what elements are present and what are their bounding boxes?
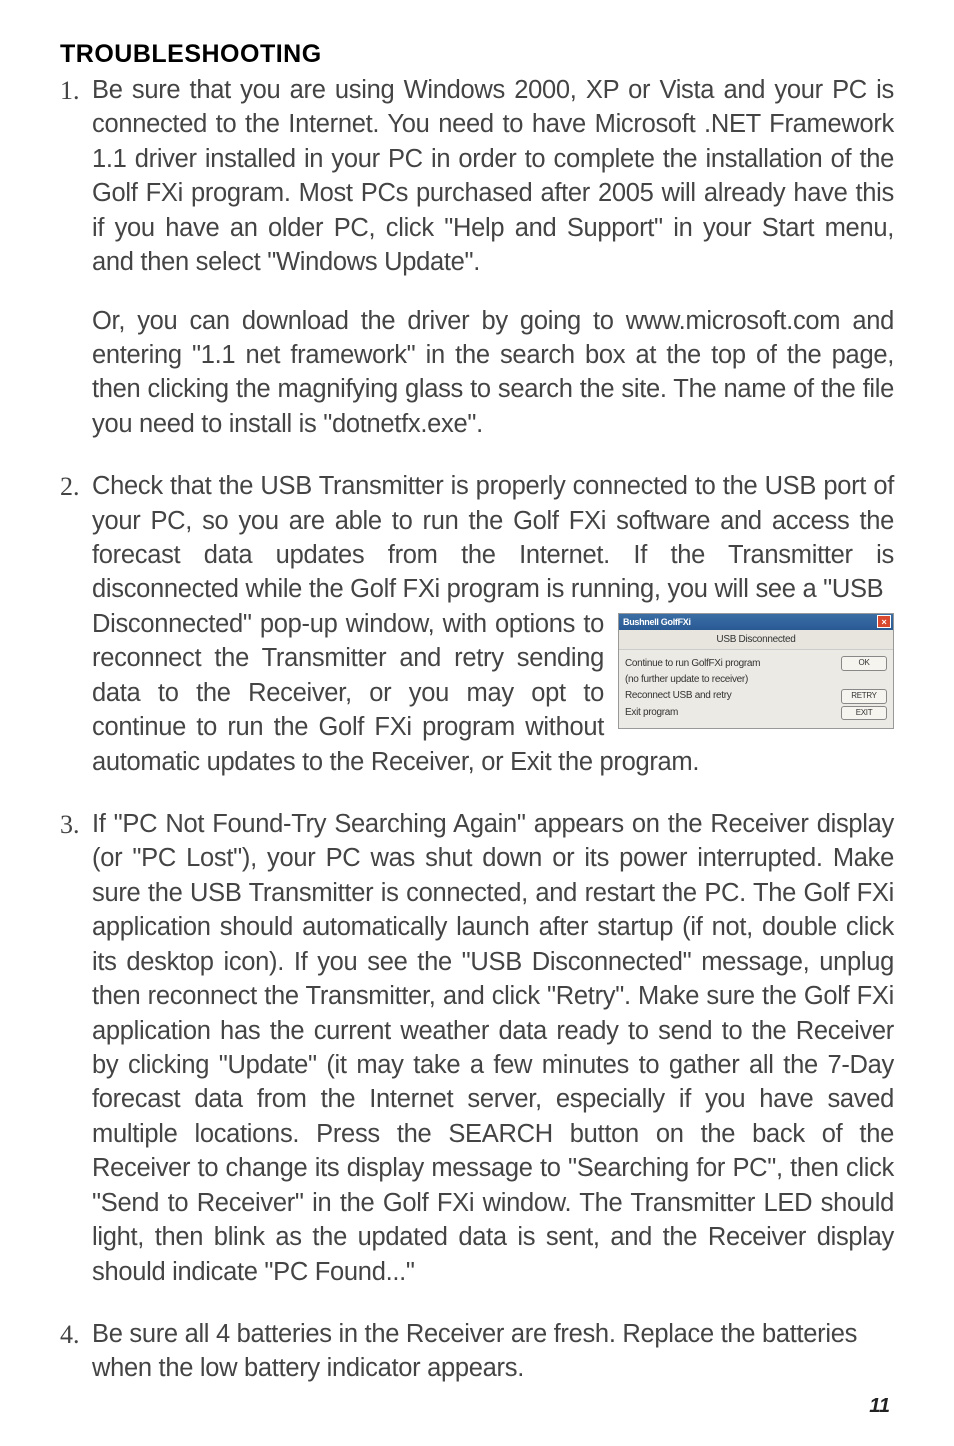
page-number: 11 (869, 1395, 890, 1418)
dialog-title: Bushnell GolfFXi (623, 616, 691, 628)
paragraph: If "PC Not Found-Try Searching Again" ap… (92, 807, 894, 1289)
paragraph: Be sure all 4 batteries in the Receiver … (92, 1317, 894, 1386)
heading-troubleshooting: TROUBLESHOOTING (60, 40, 894, 69)
exit-button[interactable]: EXIT (841, 706, 887, 721)
retry-button[interactable]: RETRY (841, 689, 887, 704)
ok-button[interactable]: OK (841, 656, 887, 671)
list-item: 1. Be sure that you are using Windows 20… (60, 73, 894, 441)
list-item: 3. If "PC Not Found-Try Searching Again"… (60, 807, 894, 1289)
item-number: 4. (60, 1317, 92, 1386)
dialog-titlebar: Bushnell GolfFXi × (619, 614, 893, 630)
item-number: 2. (60, 469, 92, 779)
dialog-text: (no further update to receiver) (625, 673, 748, 687)
list-item: 2. Check that the USB Transmitter is pro… (60, 469, 894, 779)
dialog-text: Exit program (625, 706, 678, 720)
dialog-body: Continue to run GolfFXi program OK (no f… (619, 650, 893, 728)
dialog-subtitle: USB Disconnected (619, 630, 893, 651)
dialog-text: Reconnect USB and retry (625, 689, 732, 703)
paragraph: Or, you can download the driver by going… (92, 304, 894, 442)
list-item: 4. Be sure all 4 batteries in the Receiv… (60, 1317, 894, 1386)
item-number: 3. (60, 807, 92, 1289)
item-number: 1. (60, 73, 92, 441)
close-icon[interactable]: × (877, 615, 891, 628)
dialog-text: Continue to run GolfFXi program (625, 657, 760, 671)
dialog-usb-disconnected: Bushnell GolfFXi × USB Disconnected Cont… (618, 613, 894, 729)
paragraph: Check that the USB Transmitter is proper… (92, 469, 894, 607)
paragraph: Be sure that you are using Windows 2000,… (92, 73, 894, 280)
